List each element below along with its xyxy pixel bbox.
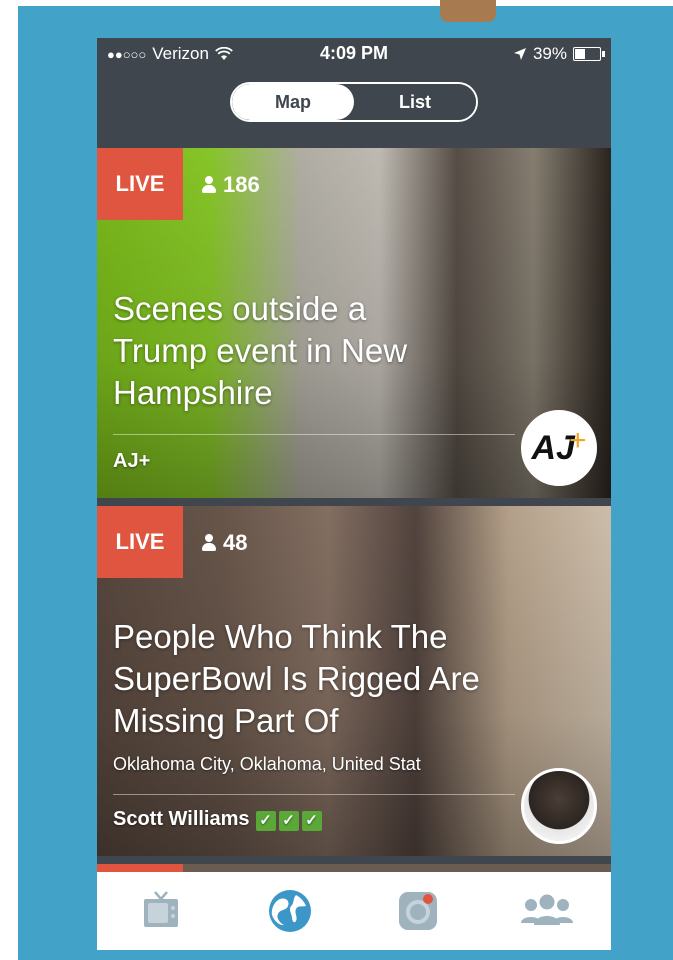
author-avatar[interactable] [521,768,597,844]
stream-title: People Who Think The SuperBowl Is Rigged… [113,618,480,739]
list-tab[interactable]: List [354,84,476,120]
verified-check-icon: ✓ [278,811,299,831]
viewer-icon [201,176,217,194]
status-right: 39% [513,44,605,64]
stream-author: AJ+ [113,450,150,473]
decorative-tab [440,0,496,22]
verified-check-icon: ✓ [255,811,276,831]
author-name: AJ+ [113,450,151,472]
stream-location: Oklahoma City, Oklahoma, United Stat [113,754,421,774]
camera-icon [399,892,438,930]
bottom-nav [97,872,611,950]
battery-icon [573,47,605,61]
battery-fill [575,49,586,59]
stream-card[interactable]: LIVE 186 Scenes outside a Trump event in… [97,148,611,498]
globe-icon [268,890,311,932]
stream-author: Scott Williams ✓ ✓ ✓ [113,808,325,831]
phone-screen: ●●○○○ Verizon 4:09 PM 39% Map List LIVE … [97,38,611,950]
nav-globe[interactable] [260,881,320,941]
stream-title: Scenes outside a Trump event in New Hamp… [113,290,408,411]
viewer-count-value: 48 [223,530,248,555]
people-icon [520,894,573,925]
nav-tv[interactable] [131,881,191,941]
map-list-toggle: Map List [230,82,478,122]
verified-check-icon: ✓ [301,811,322,831]
stream-card[interactable]: LIVE 48 People Who Think The SuperBowl I… [97,506,611,856]
author-name: Scott Williams [113,808,250,830]
viewer-icon [201,534,217,552]
author-avatar[interactable]: AJ + [521,410,597,486]
divider [113,794,515,795]
status-bar: ●●○○○ Verizon 4:09 PM 39% [97,38,611,70]
nav-broadcast[interactable] [388,881,448,941]
live-badge: LIVE [97,148,183,220]
battery-percent: 39% [532,44,567,63]
verified-checks: ✓ ✓ ✓ [255,808,325,831]
viewer-count: 48 [201,530,247,556]
location-arrow-icon [513,48,526,60]
viewer-count-value: 186 [223,172,260,197]
nav-people[interactable] [517,881,577,941]
divider [113,434,515,435]
map-tab[interactable]: Map [232,84,354,120]
viewer-count: 186 [201,172,260,198]
next-stream-card-peek[interactable] [97,864,611,872]
tv-icon [144,891,179,927]
live-badge: LIVE [97,506,183,578]
plus-icon: + [568,424,587,457]
